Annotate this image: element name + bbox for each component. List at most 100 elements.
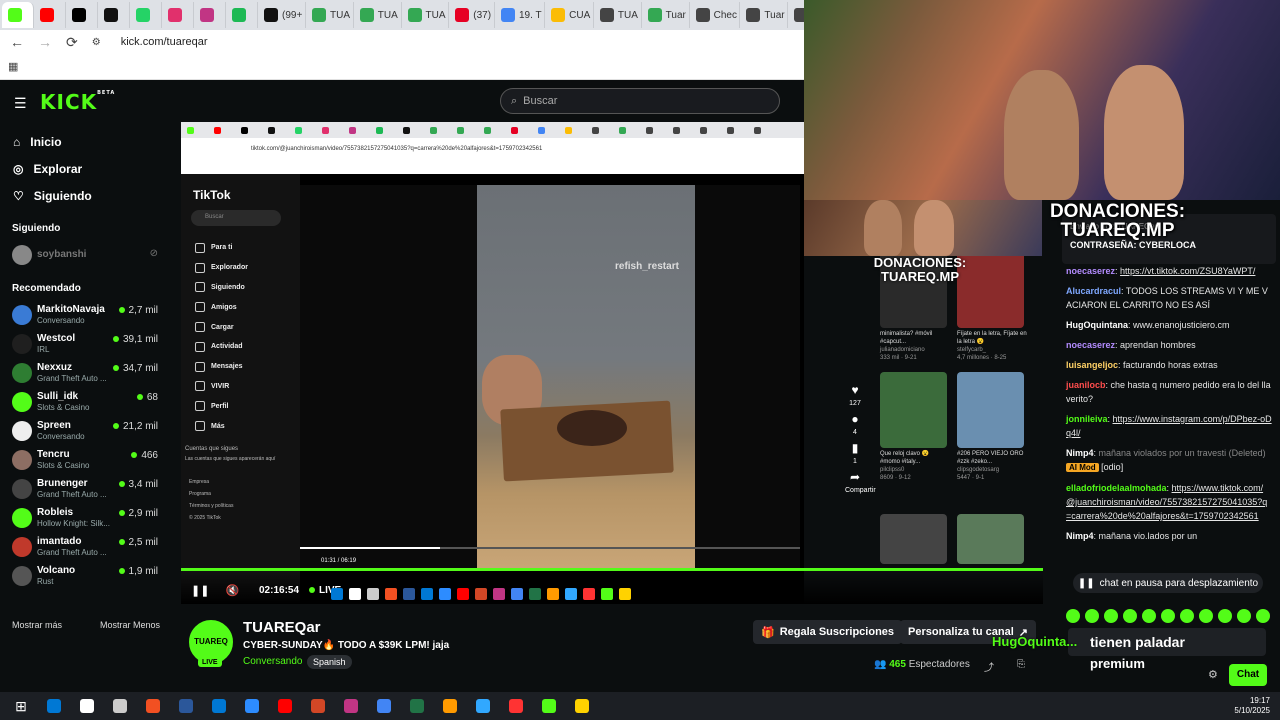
taskbar-app[interactable] — [537, 696, 561, 716]
browser-tab[interactable] — [130, 2, 162, 28]
emote-icon[interactable] — [1180, 609, 1194, 623]
browser-tab[interactable] — [162, 2, 194, 28]
following-channel[interactable]: soybanshi ⊘ — [0, 240, 170, 269]
pause-icon[interactable]: ❚❚ — [191, 584, 209, 597]
tiktok-nav-item[interactable]: Más — [195, 416, 295, 436]
browser-tab[interactable] — [226, 2, 258, 28]
site-info-icon[interactable]: ⚙ — [92, 37, 101, 48]
taskbar-app[interactable] — [405, 696, 429, 716]
emote-icon[interactable] — [1199, 609, 1213, 623]
tiktok-nav-item[interactable]: Actividad — [195, 337, 295, 357]
browser-tab[interactable]: (99+ — [258, 2, 307, 28]
taskbar-app[interactable] — [273, 696, 297, 716]
emote-icon[interactable] — [1104, 609, 1118, 623]
chat-username[interactable]: noecaserez — [1066, 266, 1115, 276]
emote-icon[interactable] — [1237, 609, 1251, 623]
tiktok-footer-link[interactable]: Empresa — [189, 476, 285, 488]
browser-tab[interactable]: 19. T — [495, 2, 546, 28]
search-input[interactable]: ⌕ Buscar — [500, 88, 780, 114]
tiktok-action[interactable]: ➦ Compartir — [845, 471, 876, 497]
show-less-button[interactable]: Mostrar Menos — [100, 620, 160, 630]
chat-input[interactable]: tienen paladar — [1068, 628, 1266, 656]
apps-grid-icon[interactable]: ▦ — [8, 60, 18, 73]
chat-paused-banner[interactable]: ❚❚ chat en pausa para desplazamiento — [1073, 573, 1263, 593]
taskbar-app[interactable] — [372, 696, 396, 716]
recommended-channel[interactable]: Robleis Hollow Knight: Silk... 2,9 mil — [0, 503, 170, 532]
chat-username[interactable]: elladofriodelaalmohada — [1066, 483, 1167, 493]
recommended-channel[interactable]: MarkitoNavaja Conversando 2,7 mil — [0, 300, 170, 329]
chat-username[interactable]: HugOquintana — [1066, 320, 1128, 330]
chat-username[interactable]: noecaserez — [1066, 340, 1115, 350]
stream-category[interactable]: Conversando — [243, 656, 302, 667]
browser-tab[interactable] — [2, 2, 34, 28]
recommended-channel[interactable]: Brunenger Grand Theft Auto ... 3,4 mil — [0, 474, 170, 503]
browser-tab[interactable]: TUA — [594, 2, 642, 28]
recommended-channel[interactable]: Westcol IRL 39,1 mil — [0, 329, 170, 358]
sidebar-item-explorar[interactable]: ◎ Explorar — [0, 155, 170, 182]
browser-tab[interactable]: Tuar — [642, 2, 690, 28]
browser-tab[interactable]: Chec — [690, 2, 741, 28]
recommended-channel[interactable]: Volcano Rust 1,9 mil — [0, 561, 170, 590]
recommended-channel[interactable]: Sulli_idk Slots & Casino 68 — [0, 387, 170, 416]
chat-username[interactable]: Nimp4 — [1066, 448, 1094, 458]
tiktok-nav-item[interactable]: Cargar — [195, 317, 295, 337]
tiktok-nav-item[interactable]: Amigos — [195, 297, 295, 317]
clip-icon[interactable]: ⎘ — [1017, 659, 1025, 670]
recommended-channel[interactable]: Tencru Slots & Casino 466 — [0, 445, 170, 474]
chat-settings-icon[interactable]: ⚙ — [1208, 668, 1218, 681]
chat-send-button[interactable]: Chat — [1229, 664, 1267, 686]
tiktok-thumbnail[interactable] — [957, 514, 1024, 564]
taskbar-app[interactable] — [504, 696, 528, 716]
browser-tab[interactable]: TUA — [402, 2, 450, 28]
tiktok-nav-item[interactable]: Mensajes — [195, 357, 295, 377]
emote-icon[interactable] — [1256, 609, 1270, 623]
tiktok-nav-item[interactable]: Explorador — [195, 258, 295, 278]
recommended-channel[interactable]: Spreen Conversando 21,2 mil — [0, 416, 170, 445]
browser-tab[interactable]: Tuar — [740, 2, 789, 28]
emote-icon[interactable] — [1066, 609, 1080, 623]
sidebar-item-siguiendo[interactable]: ♡ Siguiendo — [0, 182, 170, 209]
browser-tab[interactable] — [98, 2, 130, 28]
emote-icon[interactable] — [1123, 609, 1137, 623]
taskbar-app[interactable] — [75, 696, 99, 716]
tiktok-nav-item[interactable]: Siguiendo — [195, 278, 295, 298]
channel-name[interactable]: TUAREQar — [243, 619, 321, 636]
tiktok-thumbnail[interactable] — [880, 372, 947, 448]
taskbar-app[interactable] — [240, 696, 264, 716]
browser-tab[interactable] — [34, 2, 66, 28]
taskbar-app[interactable] — [438, 696, 462, 716]
taskbar-app[interactable] — [339, 696, 363, 716]
forward-icon[interactable]: → — [38, 34, 52, 50]
recommended-channel[interactable]: Nexxuz Grand Theft Auto ... 34,7 mil — [0, 358, 170, 387]
chat-username[interactable]: luisangeljoc — [1066, 360, 1118, 370]
tiktok-nav-item[interactable]: Perfil — [195, 396, 295, 416]
start-button[interactable]: ⊞ — [9, 696, 33, 716]
show-more-button[interactable]: Mostrar más — [12, 620, 62, 630]
share-icon[interactable]: ⤴ — [984, 659, 994, 674]
chat-username[interactable]: jonnileiva — [1066, 414, 1108, 424]
menu-icon[interactable]: ☰ — [14, 95, 27, 112]
taskbar-app[interactable] — [42, 696, 66, 716]
browser-tab[interactable]: (37) — [449, 2, 495, 28]
taskbar-app[interactable] — [108, 696, 132, 716]
taskbar-app[interactable] — [174, 696, 198, 716]
chat-username[interactable]: Nimp4 — [1066, 531, 1094, 541]
language-tag[interactable]: Spanish — [307, 655, 352, 669]
tiktok-footer-link[interactable]: © 2025 TikTok — [189, 512, 285, 524]
taskbar-app[interactable] — [207, 696, 231, 716]
taskbar-app[interactable] — [141, 696, 165, 716]
tiktok-action[interactable]: ▮ 1 — [845, 442, 865, 468]
emote-icon[interactable] — [1085, 609, 1099, 623]
mute-icon[interactable]: 🔇 — [225, 584, 239, 597]
chat-link[interactable]: https://vt.tiktok.com/ZSU8YaWPT/ — [1120, 266, 1255, 276]
emote-icon[interactable] — [1218, 609, 1232, 623]
tiktok-nav-item[interactable]: VIVIR — [195, 377, 295, 397]
url-field[interactable]: kick.com/tuareqar — [121, 36, 208, 48]
tiktok-nav-item[interactable]: Para ti — [195, 238, 295, 258]
chat-username[interactable]: Alucardracul — [1066, 286, 1121, 296]
emote-icon[interactable] — [1161, 609, 1175, 623]
recommended-channel[interactable]: imantado Grand Theft Auto ... 2,5 mil — [0, 532, 170, 561]
browser-tab[interactable] — [194, 2, 226, 28]
chat-username[interactable]: juanilocb — [1066, 380, 1106, 390]
sidebar-item-inicio[interactable]: ⌂ Inicio — [0, 128, 170, 155]
